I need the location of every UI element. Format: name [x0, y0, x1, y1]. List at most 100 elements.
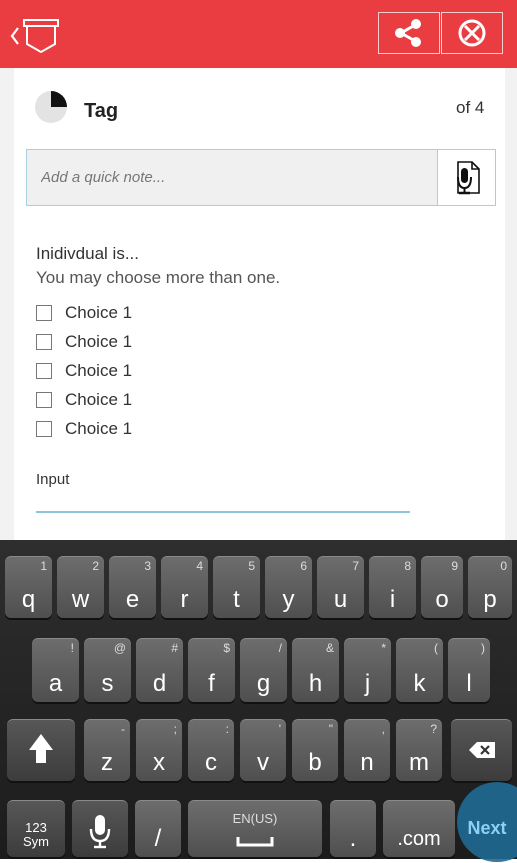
key-label: h: [308, 670, 323, 697]
close-circle-icon: [458, 19, 486, 47]
checkbox[interactable]: [36, 362, 52, 379]
backspace-key[interactable]: [451, 719, 512, 781]
key-k[interactable]: (k: [396, 638, 443, 702]
key-hint: /: [278, 641, 282, 655]
key-b[interactable]: " b: [292, 719, 338, 781]
key-n[interactable]: ,n: [344, 719, 390, 781]
key-hint: $: [223, 641, 230, 655]
key-hint: (: [434, 641, 438, 655]
key-g[interactable]: / g: [240, 638, 287, 702]
key-label: a: [48, 670, 63, 697]
key-o[interactable]: 9o: [421, 556, 463, 618]
choice-label: Choice 1: [65, 418, 133, 438]
key-hint: 3: [144, 559, 151, 573]
key-t[interactable]: 5t: [213, 556, 260, 618]
close-button[interactable]: [441, 12, 503, 54]
key-a[interactable]: ! a: [32, 638, 79, 702]
checkbox[interactable]: [36, 420, 52, 437]
key-y[interactable]: 6y: [265, 556, 312, 618]
share-button[interactable]: [378, 12, 440, 54]
question-text: Inidivdual is...: [36, 244, 139, 263]
key-label: l: [466, 670, 472, 697]
key-hint: 0: [500, 559, 507, 573]
key-label: z: [101, 749, 113, 776]
shift-arrow-icon: [29, 734, 53, 763]
choice-item[interactable]: Choice 1: [36, 356, 132, 385]
app-logo-icon: [10, 19, 59, 54]
period-key[interactable]: .: [330, 800, 376, 857]
key-s[interactable]: @ s: [84, 638, 131, 702]
key-hint: @: [113, 641, 126, 655]
dotcom-key[interactable]: .com: [383, 800, 455, 857]
key-hint: &: [325, 641, 334, 655]
key-label: f: [208, 670, 215, 697]
key-hint: ": [328, 722, 333, 736]
key-hint: *: [381, 641, 386, 655]
text-input-field[interactable]: [36, 511, 410, 513]
spacebar-icon: [236, 837, 274, 847]
symbols-label-top: 123: [25, 820, 47, 835]
key-label: g: [256, 670, 271, 697]
key-e[interactable]: 3e: [109, 556, 156, 618]
choice-label: Choice 1: [65, 360, 133, 380]
choice-item[interactable]: Choice 1: [36, 327, 132, 356]
key-label: c: [205, 749, 217, 776]
key-j[interactable]: * j: [344, 638, 391, 702]
key-hint: !: [70, 641, 74, 655]
key-hint: 9: [451, 559, 458, 573]
slash-key[interactable]: /: [135, 800, 181, 857]
key-label: v: [257, 749, 269, 776]
key-label: w: [71, 586, 90, 613]
key-label: b: [308, 749, 322, 776]
checkbox[interactable]: [36, 304, 52, 321]
checkbox[interactable]: [36, 391, 52, 408]
key-m[interactable]: ? m: [396, 719, 442, 781]
key-q[interactable]: 1q: [5, 556, 52, 618]
key-u[interactable]: 7u: [317, 556, 364, 618]
key-label: s: [101, 670, 114, 697]
key-label: .: [349, 825, 357, 852]
quick-note-field: [26, 149, 496, 206]
quick-note-input[interactable]: [27, 150, 451, 205]
key-d[interactable]: # d: [136, 638, 183, 702]
progress-pie-icon: [35, 91, 67, 123]
key-x[interactable]: ; x: [136, 719, 182, 781]
shift-key[interactable]: [7, 719, 75, 781]
choice-item[interactable]: Choice 1: [36, 414, 132, 443]
key-hint: ,: [381, 722, 385, 736]
key-hint: -: [121, 722, 125, 736]
key-f[interactable]: $ f: [188, 638, 235, 702]
key-hint: ?: [430, 722, 437, 736]
next-key[interactable]: Next: [457, 818, 517, 839]
key-r[interactable]: 4r: [161, 556, 208, 618]
voice-input-key[interactable]: [72, 800, 128, 857]
key-c[interactable]: :c: [188, 719, 234, 781]
key-label: d: [152, 670, 167, 697]
key-label: y: [282, 586, 295, 613]
key-hint: ': [278, 722, 281, 736]
microphone-icon: [89, 815, 111, 849]
key-hint: 1: [40, 559, 47, 573]
choice-item[interactable]: Choice 1: [36, 385, 132, 414]
symbols-label: 123 Sym: [7, 821, 65, 849]
checkbox[interactable]: [36, 333, 52, 350]
choice-item[interactable]: Choice 1: [36, 298, 132, 327]
key-hint: 8: [404, 559, 411, 573]
back-button[interactable]: [8, 16, 68, 56]
key-label: /: [154, 825, 162, 852]
space-key[interactable]: EN(US): [188, 800, 322, 857]
voice-note-button[interactable]: [437, 150, 495, 205]
choice-label: Choice 1: [65, 389, 133, 409]
key-l[interactable]: ) l: [448, 638, 490, 702]
symbols-key[interactable]: 123 Sym: [7, 800, 65, 857]
choice-label: Choice 1: [65, 302, 133, 322]
page-title: Tag: [84, 100, 119, 122]
key-z[interactable]: -z: [84, 719, 130, 781]
key-w[interactable]: 2w: [57, 556, 104, 618]
key-v[interactable]: ' v: [240, 719, 286, 781]
key-i[interactable]: 8i: [369, 556, 416, 618]
key-h[interactable]: & h: [292, 638, 339, 702]
share-icon: [395, 19, 421, 47]
key-p[interactable]: 0p: [468, 556, 512, 618]
key-label: i: [389, 586, 396, 613]
